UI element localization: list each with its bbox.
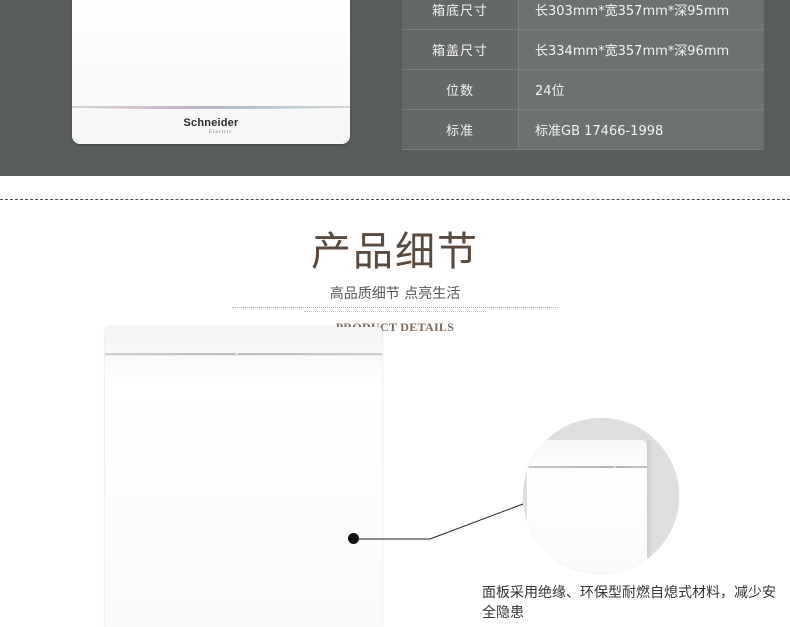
detail-description: 面板采用绝缘、环保型耐燃自熄式材料，减少安全隐患 [482, 585, 776, 621]
callout-dot [348, 533, 359, 544]
panel-seam [527, 466, 647, 468]
detail-zoom-circle [523, 418, 679, 574]
zoomed-panel-corner [527, 440, 653, 574]
